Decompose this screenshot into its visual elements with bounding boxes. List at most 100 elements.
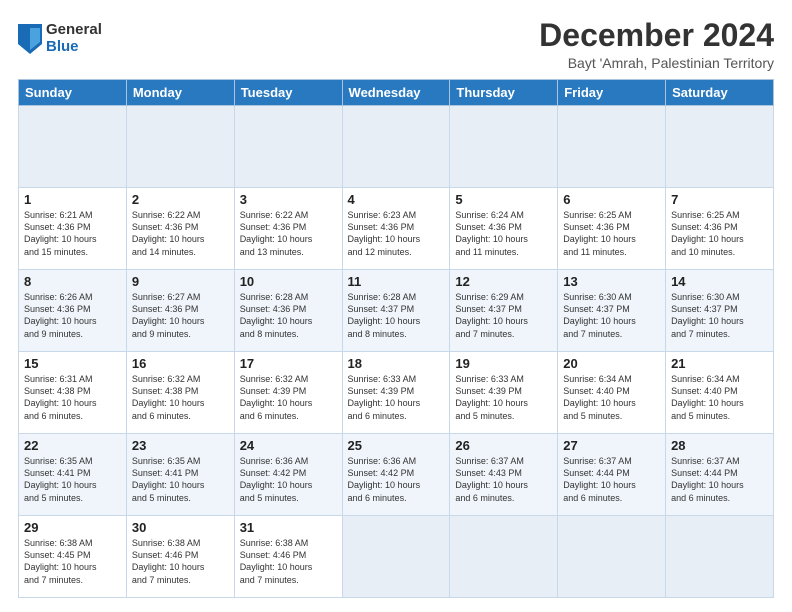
day-number: 13 xyxy=(563,274,660,289)
weekday-header-thursday: Thursday xyxy=(450,80,558,106)
day-details: Sunrise: 6:28 AMSunset: 4:36 PMDaylight:… xyxy=(240,291,337,340)
day-details: Sunrise: 6:36 AMSunset: 4:42 PMDaylight:… xyxy=(240,455,337,504)
calendar-cell: 20 Sunrise: 6:34 AMSunset: 4:40 PMDayligh… xyxy=(558,352,666,434)
day-number: 4 xyxy=(348,192,445,207)
calendar-cell: 26 Sunrise: 6:37 AMSunset: 4:43 PMDayligh… xyxy=(450,434,558,516)
day-number: 26 xyxy=(455,438,552,453)
day-number: 23 xyxy=(132,438,229,453)
weekday-header-friday: Friday xyxy=(558,80,666,106)
calendar-cell: 18 Sunrise: 6:33 AMSunset: 4:39 PMDayligh… xyxy=(342,352,450,434)
day-details: Sunrise: 6:25 AMSunset: 4:36 PMDaylight:… xyxy=(671,209,768,258)
calendar-week-row xyxy=(19,106,774,188)
day-details: Sunrise: 6:21 AMSunset: 4:36 PMDaylight:… xyxy=(24,209,121,258)
calendar-cell xyxy=(342,516,450,598)
header: General Blue December 2024 Bayt 'Amrah, … xyxy=(18,18,774,71)
day-number: 12 xyxy=(455,274,552,289)
calendar-cell: 19 Sunrise: 6:33 AMSunset: 4:39 PMDayligh… xyxy=(450,352,558,434)
day-details: Sunrise: 6:24 AMSunset: 4:36 PMDaylight:… xyxy=(455,209,552,258)
day-number: 16 xyxy=(132,356,229,371)
day-number: 14 xyxy=(671,274,768,289)
day-number: 25 xyxy=(348,438,445,453)
day-number: 31 xyxy=(240,520,337,535)
day-number: 22 xyxy=(24,438,121,453)
day-number: 3 xyxy=(240,192,337,207)
day-details: Sunrise: 6:34 AMSunset: 4:40 PMDaylight:… xyxy=(671,373,768,422)
day-details: Sunrise: 6:37 AMSunset: 4:44 PMDaylight:… xyxy=(563,455,660,504)
calendar-cell: 28 Sunrise: 6:37 AMSunset: 4:44 PMDayligh… xyxy=(666,434,774,516)
calendar-cell xyxy=(666,106,774,188)
location-subtitle: Bayt 'Amrah, Palestinian Territory xyxy=(539,55,774,71)
day-details: Sunrise: 6:23 AMSunset: 4:36 PMDaylight:… xyxy=(348,209,445,258)
day-details: Sunrise: 6:22 AMSunset: 4:36 PMDaylight:… xyxy=(240,209,337,258)
calendar-cell: 3 Sunrise: 6:22 AMSunset: 4:36 PMDaylight… xyxy=(234,188,342,270)
calendar-cell: 14 Sunrise: 6:30 AMSunset: 4:37 PMDayligh… xyxy=(666,270,774,352)
day-details: Sunrise: 6:38 AMSunset: 4:45 PMDaylight:… xyxy=(24,537,121,586)
calendar-cell xyxy=(450,516,558,598)
weekday-header-monday: Monday xyxy=(126,80,234,106)
calendar-cell xyxy=(126,106,234,188)
calendar-cell: 21 Sunrise: 6:34 AMSunset: 4:40 PMDayligh… xyxy=(666,352,774,434)
title-section: December 2024 Bayt 'Amrah, Palestinian T… xyxy=(539,18,774,71)
month-title: December 2024 xyxy=(539,18,774,53)
day-details: Sunrise: 6:37 AMSunset: 4:44 PMDaylight:… xyxy=(671,455,768,504)
calendar-cell: 24Sunrise: 6:36 AMSunset: 4:42 PMDayligh… xyxy=(234,434,342,516)
calendar-cell xyxy=(234,106,342,188)
calendar-week-row: 22 Sunrise: 6:35 AMSunset: 4:41 PMDayligh… xyxy=(19,434,774,516)
day-number: 20 xyxy=(563,356,660,371)
calendar-cell: 12Sunrise: 6:29 AMSunset: 4:37 PMDayligh… xyxy=(450,270,558,352)
day-number: 2 xyxy=(132,192,229,207)
calendar-week-row: 15Sunrise: 6:31 AMSunset: 4:38 PMDayligh… xyxy=(19,352,774,434)
day-number: 9 xyxy=(132,274,229,289)
day-details: Sunrise: 6:33 AMSunset: 4:39 PMDaylight:… xyxy=(455,373,552,422)
calendar-cell: 29Sunrise: 6:38 AMSunset: 4:45 PMDayligh… xyxy=(19,516,127,598)
calendar-cell: 22 Sunrise: 6:35 AMSunset: 4:41 PMDayligh… xyxy=(19,434,127,516)
calendar-cell: 7Sunrise: 6:25 AMSunset: 4:36 PMDaylight… xyxy=(666,188,774,270)
calendar-cell: 17 Sunrise: 6:32 AMSunset: 4:39 PMDayligh… xyxy=(234,352,342,434)
calendar-cell: 11Sunrise: 6:28 AMSunset: 4:37 PMDayligh… xyxy=(342,270,450,352)
day-details: Sunrise: 6:37 AMSunset: 4:43 PMDaylight:… xyxy=(455,455,552,504)
calendar-cell: 13 Sunrise: 6:30 AMSunset: 4:37 PMDayligh… xyxy=(558,270,666,352)
weekday-header-wednesday: Wednesday xyxy=(342,80,450,106)
day-number: 28 xyxy=(671,438,768,453)
day-number: 8 xyxy=(24,274,121,289)
calendar-week-row: 29Sunrise: 6:38 AMSunset: 4:45 PMDayligh… xyxy=(19,516,774,598)
calendar-cell xyxy=(19,106,127,188)
day-details: Sunrise: 6:36 AMSunset: 4:42 PMDaylight:… xyxy=(348,455,445,504)
calendar-table: SundayMondayTuesdayWednesdayThursdayFrid… xyxy=(18,79,774,598)
page: General Blue December 2024 Bayt 'Amrah, … xyxy=(0,0,792,612)
day-number: 17 xyxy=(240,356,337,371)
logo-icon xyxy=(18,24,42,54)
day-number: 10 xyxy=(240,274,337,289)
day-details: Sunrise: 6:35 AMSunset: 4:41 PMDaylight:… xyxy=(24,455,121,504)
calendar-cell: 23Sunrise: 6:35 AMSunset: 4:41 PMDayligh… xyxy=(126,434,234,516)
day-details: Sunrise: 6:33 AMSunset: 4:39 PMDaylight:… xyxy=(348,373,445,422)
day-number: 19 xyxy=(455,356,552,371)
day-details: Sunrise: 6:27 AMSunset: 4:36 PMDaylight:… xyxy=(132,291,229,340)
calendar-cell: 1Sunrise: 6:21 AMSunset: 4:36 PMDaylight… xyxy=(19,188,127,270)
calendar-cell: 2Sunrise: 6:22 AMSunset: 4:36 PMDaylight… xyxy=(126,188,234,270)
calendar-cell xyxy=(558,106,666,188)
day-number: 21 xyxy=(671,356,768,371)
day-details: Sunrise: 6:38 AMSunset: 4:46 PMDaylight:… xyxy=(240,537,337,586)
day-details: Sunrise: 6:28 AMSunset: 4:37 PMDaylight:… xyxy=(348,291,445,340)
day-number: 27 xyxy=(563,438,660,453)
calendar-week-row: 8Sunrise: 6:26 AMSunset: 4:36 PMDaylight… xyxy=(19,270,774,352)
logo-text: General Blue xyxy=(46,22,102,55)
calendar-cell xyxy=(666,516,774,598)
calendar-cell: 31 Sunrise: 6:38 AMSunset: 4:46 PMDayligh… xyxy=(234,516,342,598)
day-number: 5 xyxy=(455,192,552,207)
day-details: Sunrise: 6:32 AMSunset: 4:39 PMDaylight:… xyxy=(240,373,337,422)
day-details: Sunrise: 6:30 AMSunset: 4:37 PMDaylight:… xyxy=(563,291,660,340)
day-details: Sunrise: 6:30 AMSunset: 4:37 PMDaylight:… xyxy=(671,291,768,340)
weekday-header-sunday: Sunday xyxy=(19,80,127,106)
calendar-cell: 30Sunrise: 6:38 AMSunset: 4:46 PMDayligh… xyxy=(126,516,234,598)
day-details: Sunrise: 6:34 AMSunset: 4:40 PMDaylight:… xyxy=(563,373,660,422)
calendar-cell: 9 Sunrise: 6:27 AMSunset: 4:36 PMDaylight… xyxy=(126,270,234,352)
calendar-cell: 27 Sunrise: 6:37 AMSunset: 4:44 PMDayligh… xyxy=(558,434,666,516)
calendar-cell xyxy=(342,106,450,188)
calendar-cell: 5 Sunrise: 6:24 AMSunset: 4:36 PMDaylight… xyxy=(450,188,558,270)
weekday-header-row: SundayMondayTuesdayWednesdayThursdayFrid… xyxy=(19,80,774,106)
calendar-cell: 8Sunrise: 6:26 AMSunset: 4:36 PMDaylight… xyxy=(19,270,127,352)
logo: General Blue xyxy=(18,22,102,55)
day-number: 18 xyxy=(348,356,445,371)
